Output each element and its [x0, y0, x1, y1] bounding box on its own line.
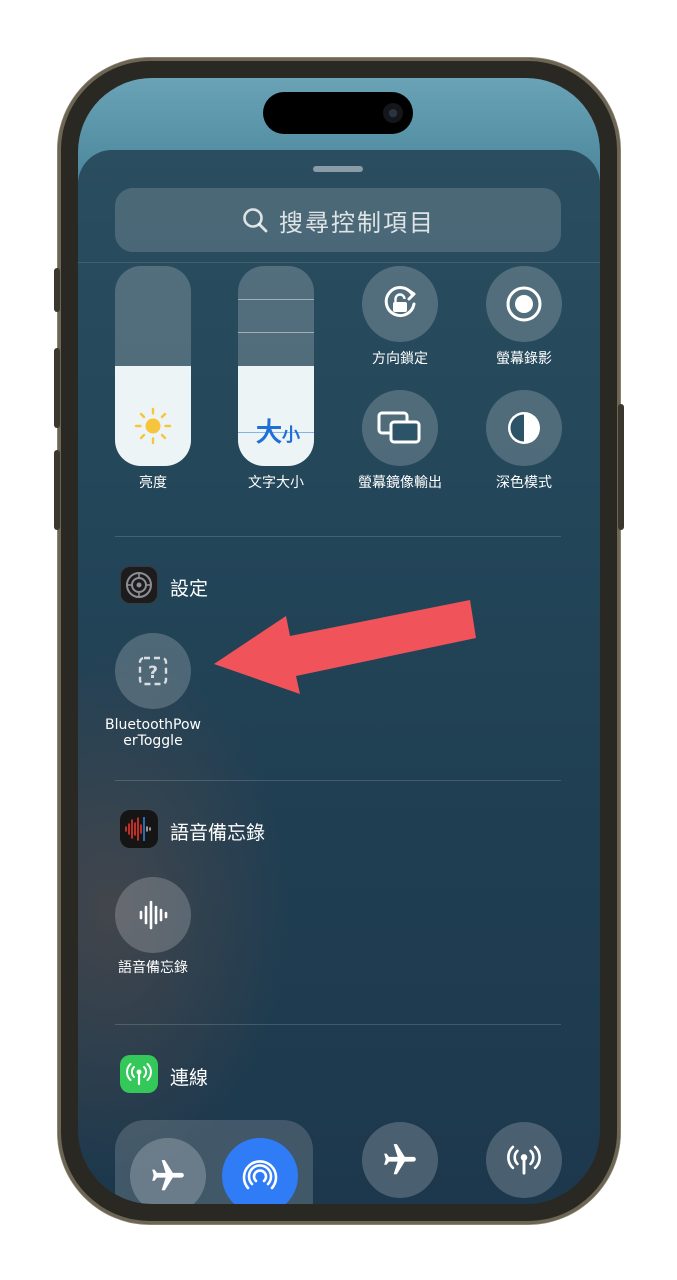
voice-memos-toggle-button[interactable]: [115, 877, 191, 953]
brightness-slider[interactable]: [115, 266, 191, 466]
section-divider: [115, 536, 561, 537]
screen-record-icon: [506, 286, 542, 322]
screen-mirroring-button[interactable]: [362, 390, 438, 466]
dark-mode-button[interactable]: [486, 390, 562, 466]
airplane-mode-button[interactable]: [362, 1122, 438, 1198]
screen-mirroring-icon: [377, 411, 421, 444]
airplane-mode-group-button[interactable]: [130, 1138, 206, 1204]
toggle-label-line1: BluetoothPow: [105, 717, 201, 733]
screen: ● 搜尋控制項目 亮度 大小 文字大小 方向鎖定 螢幕錄影 螢幕鏡像輸出 深色模…: [78, 78, 600, 1204]
orientation-lock-button[interactable]: [362, 266, 438, 342]
text-size-glyph-small: 小: [282, 425, 300, 446]
brightness-label: 亮度: [139, 475, 167, 491]
volume-up-button: [54, 348, 60, 428]
bluetooth-power-toggle-button[interactable]: ?: [115, 633, 191, 709]
action-button: [54, 268, 60, 312]
airplane-icon: [152, 1160, 184, 1191]
dark-mode-label: 深色模式: [496, 475, 552, 491]
sun-icon: [134, 407, 172, 445]
dark-mode-icon: [508, 412, 540, 444]
dynamic-island: ●: [263, 92, 413, 134]
control-gallery-sheet: 搜尋控制項目 亮度 大小 文字大小 方向鎖定 螢幕錄影 螢幕鏡像輸出 深色模式 …: [78, 150, 600, 1204]
question-mark-icon: ?: [138, 656, 168, 686]
sheet-grabber[interactable]: [313, 166, 363, 172]
text-size-label: 文字大小: [248, 475, 304, 491]
screen-mirroring-label: 螢幕鏡像輸出: [358, 475, 442, 491]
cellular-antenna-icon: [126, 1063, 152, 1086]
voice-memos-toggle-label: 語音備忘錄: [118, 960, 188, 976]
orientation-lock-label: 方向鎖定: [372, 351, 428, 367]
bluetooth-power-toggle-label: BluetoothPow erToggle: [83, 717, 223, 749]
text-size-slider[interactable]: 大小: [238, 266, 314, 466]
search-icon: [243, 208, 268, 233]
screen-record-label: 螢幕錄影: [496, 351, 552, 367]
voice-waveform-app-icon: [125, 817, 151, 841]
person-icon: ●: [383, 103, 403, 123]
screen-record-button[interactable]: [486, 266, 562, 342]
waveform-icon: [139, 900, 168, 930]
text-size-glyph: 大小: [248, 412, 308, 449]
text-size-glyph-big: 大: [255, 418, 282, 448]
section-divider: [115, 780, 561, 781]
settings-app-icon: [120, 566, 158, 604]
orientation-lock-icon: [384, 286, 416, 318]
cellular-data-button[interactable]: [486, 1122, 562, 1198]
section-divider: [115, 1024, 561, 1025]
side-button: [618, 404, 624, 530]
svg-text:?: ?: [148, 663, 158, 683]
toggle-label-line2: erToggle: [123, 733, 183, 749]
voice-memos-section-title: 語音備忘錄: [170, 822, 266, 844]
voice-memos-app-icon: [120, 810, 158, 848]
connectivity-section-title: 連線: [170, 1067, 209, 1089]
airdrop-icon: [242, 1160, 278, 1190]
volume-down-button: [54, 450, 60, 530]
airplane-icon: [384, 1144, 416, 1175]
gear-icon: [126, 572, 152, 598]
search-divider: [78, 262, 600, 263]
search-placeholder: 搜尋控制項目: [279, 208, 435, 237]
cellular-antenna-icon: [507, 1145, 541, 1175]
text-size-step: [238, 299, 314, 300]
text-size-step: [238, 332, 314, 333]
search-field[interactable]: 搜尋控制項目: [115, 188, 561, 252]
settings-section-title: 設定: [170, 578, 209, 600]
connectivity-app-icon: [120, 1055, 158, 1093]
airdrop-button[interactable]: [222, 1138, 298, 1204]
